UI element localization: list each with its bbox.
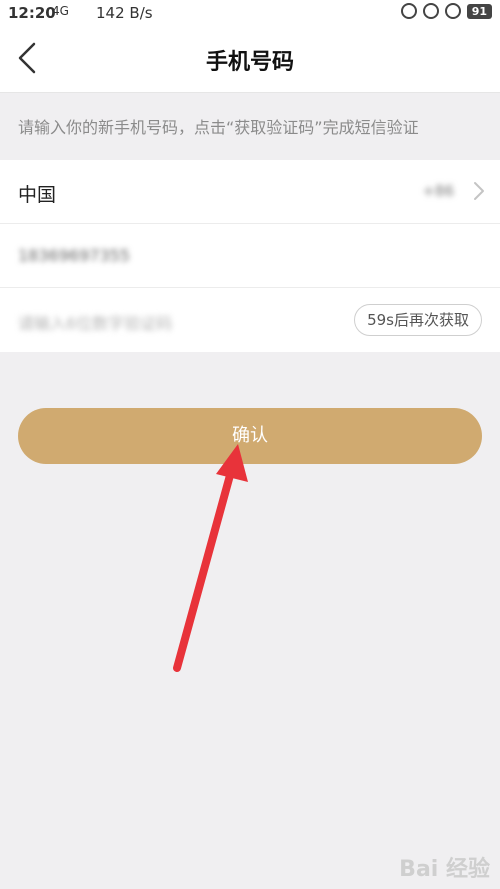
signal-icon: 4G (52, 4, 69, 18)
status-bar: 12:20 4G 142 B/s 91 (0, 0, 500, 26)
net-speed: 142 B/s (96, 4, 153, 22)
country-code: +86 (422, 182, 454, 200)
page-title: 手机号码 (205, 50, 294, 75)
instruction-text: 请输入你的新手机号码，点击“获取验证码”完成短信验证 (18, 118, 419, 137)
phone-value: 18369697355 (18, 246, 130, 265)
moon-icon (400, 3, 417, 19)
phone-form: 中国 +86 18369697355 请输入6位数字验证码 59s后再次获取 (0, 160, 500, 352)
country-select[interactable]: 中国 +86 (0, 160, 500, 224)
watermark-logo: Bai 经验 (399, 857, 490, 882)
chevron-right-icon (474, 182, 484, 200)
nav-bar: 手机号码 (0, 26, 500, 93)
status-icons: 91 (400, 3, 492, 19)
lock-rotation-icon (444, 3, 461, 19)
status-time: 12:20 (8, 4, 56, 22)
code-input[interactable]: 请输入6位数字验证码 (18, 310, 172, 334)
phone-input[interactable]: 18369697355 (0, 224, 500, 288)
code-input-row: 请输入6位数字验证码 59s后再次获取 (0, 288, 500, 352)
resend-code-button[interactable]: 59s后再次获取 (354, 304, 482, 336)
confirm-button[interactable]: 确认 (18, 408, 482, 464)
battery-icon: 91 (466, 3, 492, 19)
country-label: 中国 (18, 184, 57, 206)
bell-off-icon (422, 3, 439, 19)
